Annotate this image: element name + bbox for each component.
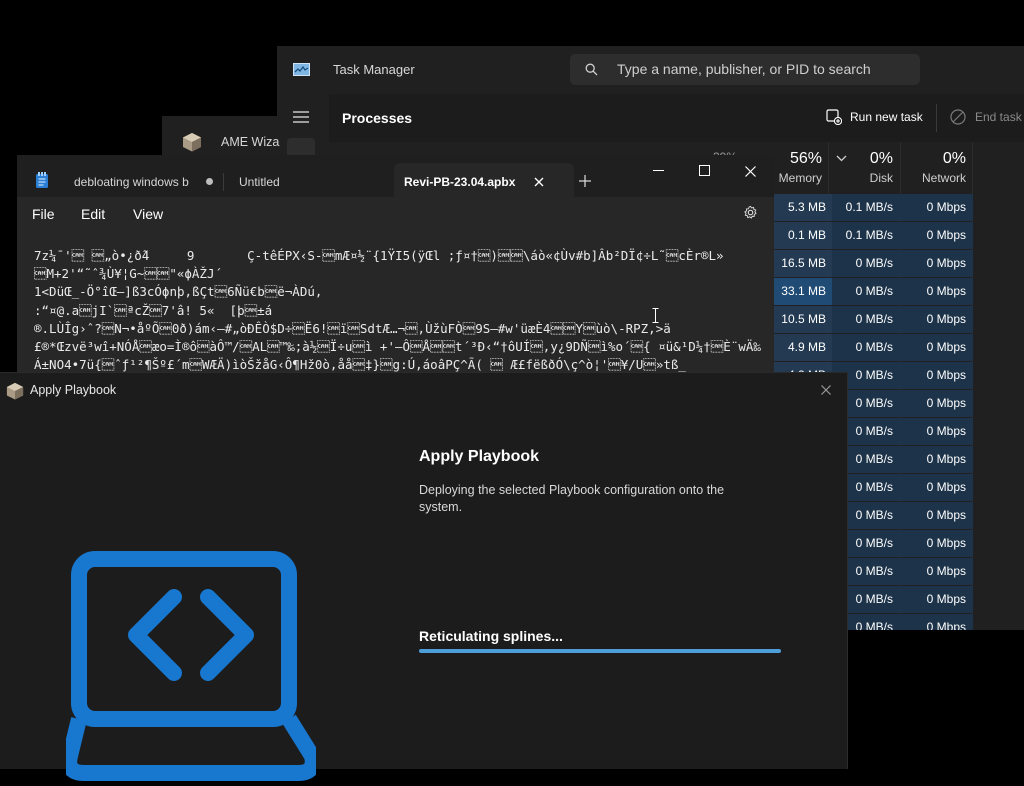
ame-wizard-icon [182, 132, 202, 157]
network-cell: 0 Mbps [901, 222, 973, 249]
disk-cell: 0 MB/s [832, 278, 901, 305]
close-tab-icon[interactable] [534, 174, 544, 192]
ame-wizard-title: AME Wiza [221, 135, 280, 149]
search-icon [585, 63, 598, 81]
network-cell: 0 Mbps [901, 334, 973, 361]
column-disk[interactable]: 0% Disk [832, 150, 893, 194]
progress-bar [419, 649, 781, 653]
memory-pct: 56% [789, 150, 822, 167]
end-task-button[interactable]: End task [975, 110, 1022, 124]
network-pct: 0% [942, 150, 966, 167]
new-tab-plus-icon[interactable] [579, 174, 591, 192]
disk-cell: 0.1 MB/s [832, 194, 901, 221]
search-input-placeholder[interactable]: Type a name, publisher, or PID to search [617, 61, 871, 77]
network-cell: 0 Mbps [901, 614, 973, 630]
network-cell: 0 Mbps [901, 502, 973, 529]
apply-playbook-heading: Apply Playbook [419, 448, 540, 465]
network-cell: 0 Mbps [901, 390, 973, 417]
apply-playbook-app-icon [6, 382, 24, 405]
memory-cell: 10.5 MB [772, 306, 832, 333]
apply-playbook-window-title: Apply Playbook [30, 383, 117, 397]
laptop-code-icon [61, 551, 321, 786]
memory-cell: 0.1 MB [772, 222, 832, 249]
disk-pct: 0% [869, 150, 893, 167]
progress-status-text: Reticulating splines... [419, 628, 563, 644]
task-manager-app-icon [293, 63, 310, 76]
run-new-task-button[interactable]: Run new task [850, 110, 923, 124]
notepad-window: debloating windows b Untitled Revi-PB-23… [17, 155, 774, 372]
divider [936, 104, 937, 132]
network-cell: 0 Mbps [901, 362, 973, 389]
apply-playbook-description: Deploying the selected Playbook configur… [419, 483, 725, 514]
network-label: Network [921, 171, 966, 185]
disk-cell: 0 MB/s [832, 306, 901, 333]
disk-cell: 0 MB/s [832, 334, 901, 361]
page-title: Processes [342, 110, 413, 126]
network-cell: 0 Mbps [901, 474, 973, 501]
task-manager-title: Task Manager [333, 62, 415, 77]
progress-bar-fill [419, 649, 781, 653]
network-cell: 0 Mbps [901, 278, 973, 305]
tab-divider [223, 173, 224, 191]
notepad-app-icon [35, 172, 49, 194]
unsaved-dot-icon[interactable] [206, 178, 213, 185]
maximize-icon[interactable] [699, 165, 710, 176]
memory-cell: 33.1 MB [772, 278, 832, 305]
network-cell: 0 Mbps [901, 446, 973, 473]
apply-playbook-window: Apply Playbook Apply Playbook Deploying … [0, 372, 848, 781]
close-window-icon[interactable] [745, 164, 756, 182]
task-manager-titlebar[interactable]: Task Manager Type a name, publisher, or … [277, 46, 1024, 94]
run-new-task-icon [826, 109, 843, 130]
settings-gear-icon[interactable] [743, 205, 758, 225]
menu-file[interactable]: File [32, 206, 55, 222]
hamburger-menu-icon[interactable] [293, 110, 309, 128]
minimize-icon[interactable] [653, 170, 664, 171]
memory-cell: 4.9 MB [772, 334, 832, 361]
network-cell: 0 Mbps [901, 530, 973, 557]
menu-edit[interactable]: Edit [81, 206, 105, 222]
network-cell: 0 Mbps [901, 586, 973, 613]
text-cursor-icon [652, 308, 659, 328]
tab-debloating-windows[interactable]: debloating windows b [74, 175, 189, 189]
network-cell: 0 Mbps [901, 558, 973, 585]
memory-cell: 16.5 MB [772, 250, 832, 277]
tab-untitled[interactable]: Untitled [239, 175, 280, 189]
close-icon[interactable] [821, 382, 831, 400]
disk-cell: 0.1 MB/s [832, 222, 901, 249]
memory-label: Memory [778, 171, 822, 185]
menu-view[interactable]: View [133, 206, 163, 222]
memory-cell: 5.3 MB [772, 194, 832, 221]
network-cell: 0 Mbps [901, 194, 973, 221]
column-network[interactable]: 0% Network [903, 150, 966, 194]
disk-cell: 0 MB/s [832, 250, 901, 277]
network-cell: 0 Mbps [901, 418, 973, 445]
disk-label: Disk [869, 171, 893, 185]
network-cell: 0 Mbps [901, 250, 973, 277]
network-cell: 0 Mbps [901, 306, 973, 333]
end-task-icon [950, 109, 966, 130]
tab-revi-pb-label[interactable]: Revi-PB-23.04.apbx [404, 175, 515, 189]
column-memory[interactable]: 56% Memory [772, 150, 822, 194]
